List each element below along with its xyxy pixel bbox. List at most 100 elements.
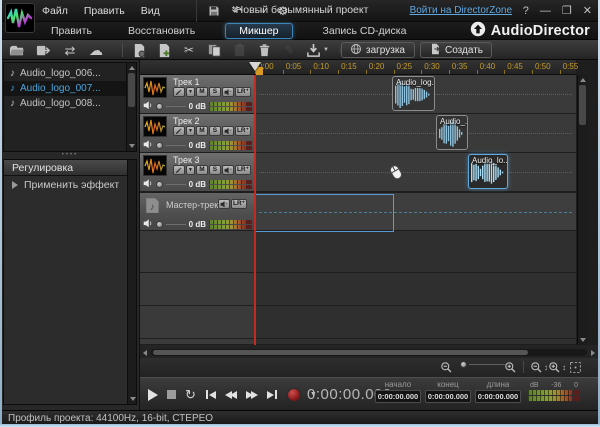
volume-knob[interactable] <box>156 102 163 110</box>
apply-effect-item[interactable]: Применить эффект <box>4 176 136 194</box>
speaker-button[interactable] <box>221 165 234 175</box>
delete-icon[interactable] <box>256 41 272 59</box>
speaker-button[interactable] <box>221 126 234 136</box>
speaker-icon[interactable] <box>143 175 153 193</box>
scroll-up-icon[interactable] <box>129 66 135 70</box>
help-button[interactable]: ? <box>523 5 529 17</box>
close-button[interactable]: ✕ <box>583 5 592 17</box>
arm-dropdown-caret[interactable]: ▼ <box>186 126 195 136</box>
arm-dropdown-caret[interactable]: ▼ <box>186 87 195 97</box>
lr-channel-button[interactable]: LR⁺ <box>234 165 252 175</box>
speaker-icon[interactable] <box>143 136 153 154</box>
menu-item[interactable]: Править <box>84 5 125 17</box>
fast-forward-button[interactable] <box>245 390 258 399</box>
export-media-icon[interactable] <box>35 41 52 59</box>
record-arm-button[interactable] <box>173 87 185 97</box>
library-file-item[interactable]: ♪ Audio_logo_007... <box>4 81 136 96</box>
zoom-slider[interactable] <box>460 361 505 368</box>
zoom-in-button[interactable] <box>504 361 517 374</box>
adjust-scrollbar[interactable] <box>127 160 136 404</box>
speaker-icon[interactable] <box>143 97 153 115</box>
rewind-button[interactable] <box>224 390 237 399</box>
track-lane[interactable]: Audio_... <box>255 114 576 152</box>
track-lane[interactable]: Audio_lo... <box>255 153 576 191</box>
loop-button[interactable]: ↻ <box>185 388 196 401</box>
volume-knob[interactable] <box>156 180 163 188</box>
fit-timeline-button[interactable] <box>569 361 582 374</box>
scroll-left-icon[interactable] <box>143 350 147 356</box>
play-button[interactable] <box>148 388 158 401</box>
tab-active[interactable]: Микшер <box>225 23 293 39</box>
audio-clip[interactable]: Audio_... <box>436 115 468 150</box>
minimize-button[interactable]: — <box>540 5 551 17</box>
library-file-item[interactable]: ♪ Audio_logo_006... <box>4 66 136 81</box>
copy-icon[interactable] <box>206 41 222 59</box>
audio-clip[interactable]: Audio_log... <box>392 76 435 111</box>
audiodirector-window: Файл Править Вид ↶ ↷ ⚙ *Новый безымянный про… <box>0 0 600 427</box>
stop-button[interactable] <box>167 390 176 399</box>
field-value[interactable]: 0:00:00.000 <box>425 390 471 403</box>
maximize-button[interactable]: ❐ <box>562 5 572 17</box>
open-media-icon[interactable] <box>8 41 25 59</box>
empty-track-area[interactable] <box>140 231 576 344</box>
scroll-down-icon[interactable] <box>130 397 136 401</box>
time-ruler[interactable]: 0:00 0:05 0:10 0:15 0:20 0:25 0:30 0:35 0:40 0:45… <box>140 60 578 75</box>
mute-button[interactable]: M <box>195 87 208 97</box>
cloud-icon[interactable]: ☁ <box>88 41 104 59</box>
zoom-vertical-out-button[interactable]: ↕ <box>530 361 548 374</box>
playhead-marker[interactable] <box>249 62 261 71</box>
mute-button[interactable]: M <box>195 126 208 136</box>
arm-dropdown-caret[interactable]: ▼ <box>186 165 195 175</box>
tab-item[interactable]: Запись CD-диска <box>317 24 413 38</box>
directorzone-signin-link[interactable]: Войти на DirectorZone <box>410 5 512 16</box>
track-volume-row: 0 dB <box>143 139 252 151</box>
skip-end-button[interactable] <box>266 390 278 399</box>
scroll-down-icon[interactable] <box>580 338 586 342</box>
audio-clip[interactable]: Audio_lo... <box>468 154 508 189</box>
timeline-vertical-scrollbar[interactable] <box>577 75 588 345</box>
solo-button[interactable]: S <box>208 165 221 175</box>
scroll-down-icon[interactable] <box>129 144 135 148</box>
skip-start-button[interactable] <box>205 390 216 399</box>
volume-knob[interactable] <box>156 141 163 149</box>
scrollbar-thumb[interactable] <box>153 350 528 355</box>
speaker-button[interactable] <box>218 199 230 209</box>
solo-button[interactable]: S <box>208 87 221 97</box>
import-icon[interactable]: ▼ <box>306 41 329 59</box>
menu-item[interactable]: Файл <box>42 5 68 17</box>
track-lane[interactable]: Audio_log... <box>255 75 576 113</box>
scroll-right-icon[interactable] <box>591 350 595 356</box>
mute-button[interactable]: M <box>195 165 208 175</box>
scrollbar-thumb[interactable] <box>128 73 135 107</box>
volume-knob[interactable] <box>156 220 163 228</box>
record-arm-button[interactable] <box>173 165 185 175</box>
scrollbar-thumb[interactable] <box>579 85 586 125</box>
add-file-icon[interactable] <box>156 41 172 59</box>
field-value[interactable]: 0:00:00.000 <box>475 390 521 403</box>
zoom-out-button[interactable] <box>440 361 453 374</box>
pen-icon[interactable]: ✎ <box>281 41 297 59</box>
zoom-vertical-in-button[interactable]: ↕ <box>548 361 566 374</box>
lr-channel-button[interactable]: LR⁺ <box>234 126 252 136</box>
transfer-media-icon[interactable]: ⇄ <box>62 41 78 59</box>
record-arm-button[interactable] <box>173 126 185 136</box>
library-file-item[interactable]: ♪ Audio_logo_008... <box>4 96 136 111</box>
speaker-button[interactable] <box>221 87 234 97</box>
scroll-up-icon[interactable] <box>580 78 586 82</box>
timeline-horizontal-scrollbar[interactable] <box>140 347 600 358</box>
upload-button[interactable]: загрузка <box>341 42 415 58</box>
paste-icon[interactable] <box>231 41 247 59</box>
lr-channel-button[interactable]: LR⁺ <box>231 199 248 209</box>
tab-item[interactable]: Восстановить <box>122 24 201 38</box>
cut-icon[interactable]: ✂ <box>181 41 197 59</box>
master-selection-region[interactable] <box>254 194 394 232</box>
create-button[interactable]: Создать <box>420 42 492 58</box>
file-list-scrollbar[interactable] <box>126 63 136 151</box>
solo-button[interactable]: S <box>208 126 221 136</box>
record-button[interactable] <box>286 387 301 402</box>
lr-channel-button[interactable]: LR⁺ <box>234 87 252 97</box>
field-value[interactable]: 0:00:00.000 <box>375 390 421 403</box>
tab-item[interactable]: Править <box>45 24 98 38</box>
panel-splitter[interactable]: •••• <box>3 152 137 158</box>
file-settings-icon[interactable] <box>131 41 147 59</box>
